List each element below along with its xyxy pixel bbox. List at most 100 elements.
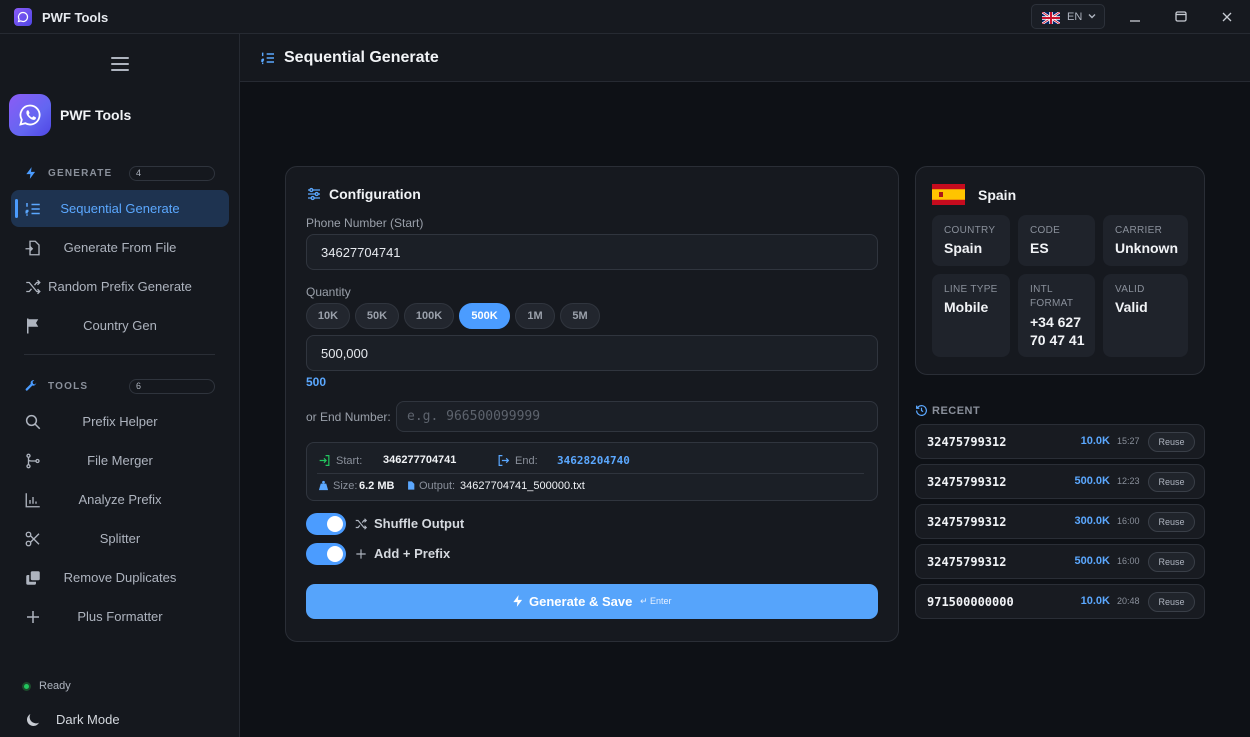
- quantity-option-50k[interactable]: 50K: [355, 303, 399, 329]
- output-filename: 34627704741_500000.txt: [460, 480, 585, 492]
- tile-label: CODE: [1030, 225, 1061, 236]
- generate-save-button[interactable]: Generate & Save ↵ Enter: [306, 584, 878, 619]
- recent-number: 971500000000: [927, 595, 1014, 609]
- start-value: 346277704741: [383, 454, 457, 466]
- sidebar-item-plus-formatter[interactable]: Plus Formatter: [11, 598, 229, 635]
- sidebar-item-analyze-prefix[interactable]: Analyze Prefix: [11, 481, 229, 518]
- end-label: End:: [515, 455, 538, 467]
- quantity-option-10k[interactable]: 10K: [306, 303, 350, 329]
- section-count-badge: 4: [129, 166, 215, 181]
- add-prefix-toggle[interactable]: [306, 543, 346, 565]
- reuse-button[interactable]: Reuse: [1148, 552, 1195, 572]
- reuse-button[interactable]: Reuse: [1148, 432, 1195, 452]
- shuffle-output-label: Shuffle Output: [374, 516, 465, 531]
- recent-number: 32475799312: [927, 435, 1007, 449]
- sidebar-item-sequential-generate[interactable]: Sequential Generate: [11, 190, 229, 227]
- recent-quantity: 500.0K: [1074, 555, 1110, 567]
- wrench-icon: [25, 380, 37, 391]
- tile-value: Valid: [1115, 299, 1148, 315]
- sidebar-item-splitter[interactable]: Splitter: [11, 520, 229, 557]
- quantity-option-500k[interactable]: 500K: [459, 303, 510, 329]
- tile-label: VALID: [1115, 284, 1145, 295]
- tile-code: CODE ES: [1018, 215, 1095, 266]
- phone-number-input[interactable]: 34627704741: [306, 234, 878, 270]
- output-label: Output:: [419, 480, 456, 492]
- summary-divider: [317, 473, 864, 474]
- sidebar-item-label: Remove Duplicates: [63, 570, 177, 585]
- size-value: 6.2 MB: [359, 480, 395, 492]
- country-info-card: Spain COUNTRY Spain CODE ES CARRIER Unkn…: [915, 166, 1205, 375]
- moon-icon: [27, 714, 39, 726]
- quantity-option-1m[interactable]: 1M: [515, 303, 555, 329]
- end-number-label: or End Number:: [306, 410, 391, 424]
- tile-country: COUNTRY Spain: [932, 215, 1010, 266]
- recent-item: 32475799312 500.0K 16:00 Reuse: [915, 544, 1205, 579]
- end-number-input[interactable]: e.g. 966500099999: [396, 401, 878, 432]
- plus-icon: [356, 549, 366, 559]
- recent-time: 16:00: [1117, 556, 1140, 566]
- minimize-button[interactable]: [1125, 7, 1145, 27]
- recent-item: 32475799312 500.0K 12:23 Reuse: [915, 464, 1205, 499]
- start-label: Start:: [336, 455, 363, 467]
- sidebar-item-label: Country Gen: [83, 318, 157, 333]
- country-name: Spain: [978, 187, 1017, 203]
- tile-label: COUNTRY: [944, 225, 996, 236]
- sidebar-item-label: File Merger: [87, 453, 153, 468]
- sidebar-item-random-prefix-generate[interactable]: Random Prefix Generate: [11, 268, 229, 305]
- quantity-option-100k[interactable]: 100K: [404, 303, 454, 329]
- generate-button-label: Generate & Save: [529, 594, 633, 609]
- sidebar-item-country-gen[interactable]: Country Gen: [11, 307, 229, 344]
- shuffle-output-row: Shuffle Output: [306, 513, 606, 535]
- recent-item: 971500000000 10.0K 20:48 Reuse: [915, 584, 1205, 619]
- shuffle-icon: [355, 518, 368, 530]
- generate-section-header: GENERATE 4: [24, 166, 224, 182]
- quantity-option-5m[interactable]: 5M: [560, 303, 600, 329]
- history-icon: [916, 405, 927, 416]
- sidebar-item-file-merger[interactable]: File Merger: [11, 442, 229, 479]
- shuffle-output-toggle[interactable]: [306, 513, 346, 535]
- recent-time: 16:00: [1117, 516, 1140, 526]
- page-header: Sequential Generate: [240, 34, 1250, 82]
- app-icon: [14, 8, 32, 26]
- sidebar-item-prefix-helper[interactable]: Prefix Helper: [11, 403, 229, 440]
- section-label: TOOLS: [48, 381, 89, 392]
- status-dot: [22, 682, 31, 691]
- reuse-button[interactable]: Reuse: [1148, 472, 1195, 492]
- sidebar-item-remove-duplicates[interactable]: Remove Duplicates: [11, 559, 229, 596]
- end-value: 34628204740: [557, 454, 630, 467]
- menu-toggle-icon[interactable]: [111, 57, 129, 73]
- tile-line-type: LINE TYPE Mobile: [932, 274, 1010, 357]
- quantity-input[interactable]: 500,000: [306, 335, 878, 371]
- tile-value: Unknown: [1115, 240, 1178, 256]
- tile-label: INTL FORMAT: [1030, 284, 1074, 309]
- sidebar-item-label: Plus Formatter: [77, 609, 163, 624]
- recent-time: 12:23: [1117, 476, 1140, 486]
- tile-label: LINE TYPE: [944, 284, 998, 295]
- dark-mode-label: Dark Mode: [56, 712, 120, 727]
- section-label: GENERATE: [48, 168, 113, 179]
- configuration-card: Configuration Phone Number (Start) 34627…: [285, 166, 899, 642]
- recent-number: 32475799312: [927, 515, 1007, 529]
- weight-icon: [318, 480, 329, 491]
- sidebar-item-label: Splitter: [99, 531, 141, 546]
- tile-intl-format: INTL FORMAT +34 627 70 47 41: [1018, 274, 1095, 357]
- language-selector[interactable]: EN: [1031, 4, 1105, 29]
- reuse-button[interactable]: Reuse: [1148, 592, 1195, 612]
- lightning-icon: [513, 595, 523, 607]
- recent-number: 32475799312: [927, 555, 1007, 569]
- recent-number: 32475799312: [927, 475, 1007, 489]
- tile-value: ES: [1030, 240, 1049, 256]
- tile-value: +34 627 70 47 41: [1030, 314, 1085, 348]
- dark-mode-toggle[interactable]: Dark Mode: [24, 710, 224, 730]
- recent-quantity: 10.0K: [1080, 435, 1110, 447]
- quantity-hint: 500: [306, 375, 327, 389]
- section-count-badge: 6: [129, 379, 215, 394]
- sidebar-item-generate-from-file[interactable]: Generate From File: [11, 229, 229, 266]
- close-button[interactable]: [1217, 7, 1237, 27]
- phone-number-label: Phone Number (Start): [306, 216, 424, 230]
- maximize-button[interactable]: [1171, 7, 1191, 27]
- reuse-button[interactable]: Reuse: [1148, 512, 1195, 532]
- sidebar-item-label: Random Prefix Generate: [48, 279, 192, 294]
- sidebar-item-label: Generate From File: [63, 240, 177, 255]
- title-bar: PWF Tools EN: [0, 0, 1250, 34]
